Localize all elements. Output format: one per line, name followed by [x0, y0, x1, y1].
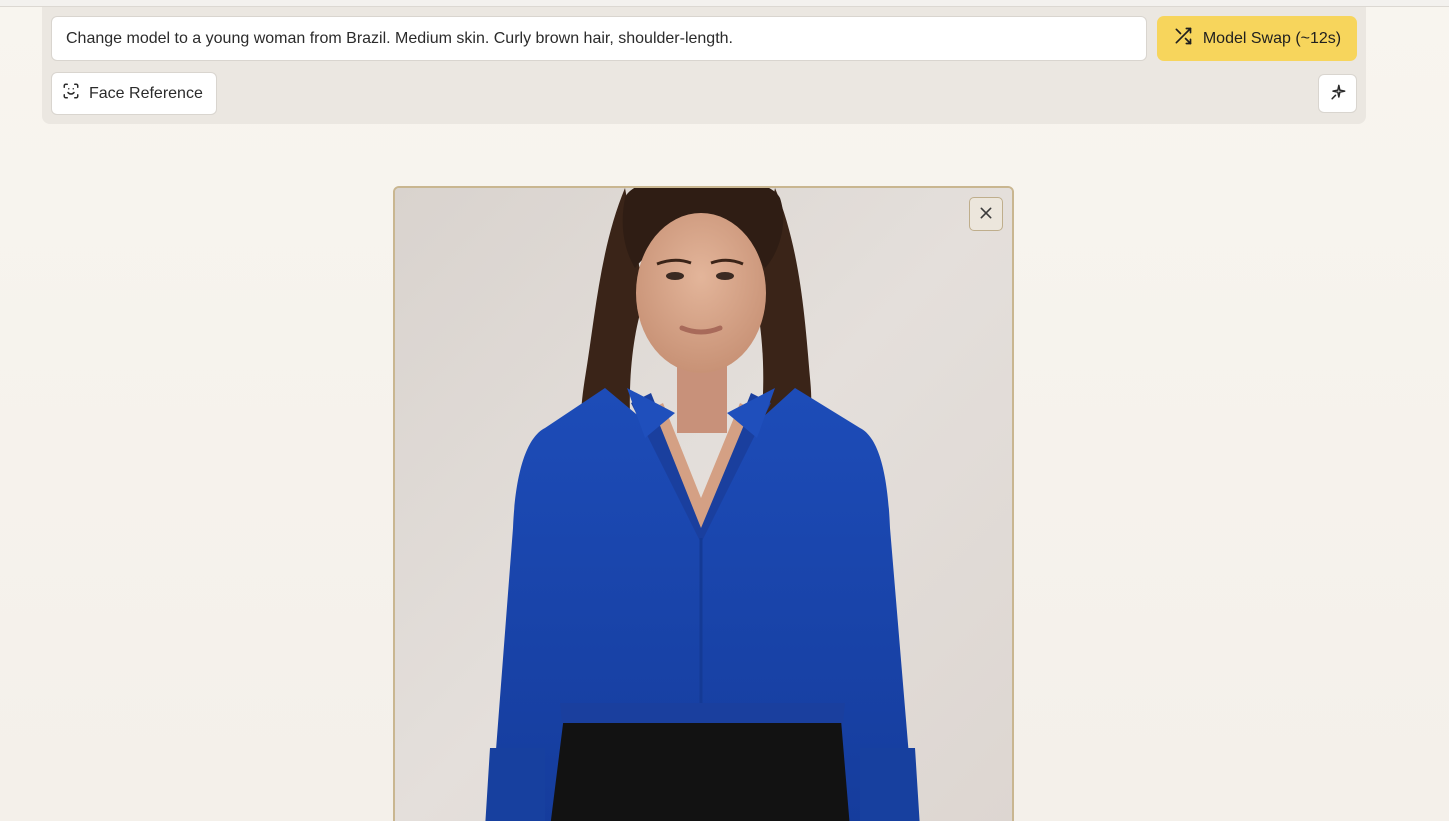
- prompt-toolbar: Model Swap (~12s) Face Reference: [42, 7, 1366, 124]
- close-icon: [978, 205, 994, 224]
- shuffle-icon: [1173, 26, 1193, 51]
- model-swap-button[interactable]: Model Swap (~12s): [1157, 16, 1357, 61]
- model-swap-label: Model Swap (~12s): [1202, 29, 1342, 47]
- enhance-prompt-button[interactable]: [1318, 74, 1357, 113]
- face-reference-label: Face Reference: [89, 84, 203, 102]
- prompt-input[interactable]: [51, 16, 1147, 61]
- face-reference-button[interactable]: Face Reference: [51, 72, 217, 115]
- face-scan-icon: [62, 82, 80, 105]
- sparkle-icon: [1328, 82, 1348, 105]
- model-photo: [395, 188, 1012, 821]
- close-preview-button[interactable]: [969, 197, 1003, 231]
- model-preview-image: [393, 186, 1014, 821]
- top-divider: [0, 0, 1449, 7]
